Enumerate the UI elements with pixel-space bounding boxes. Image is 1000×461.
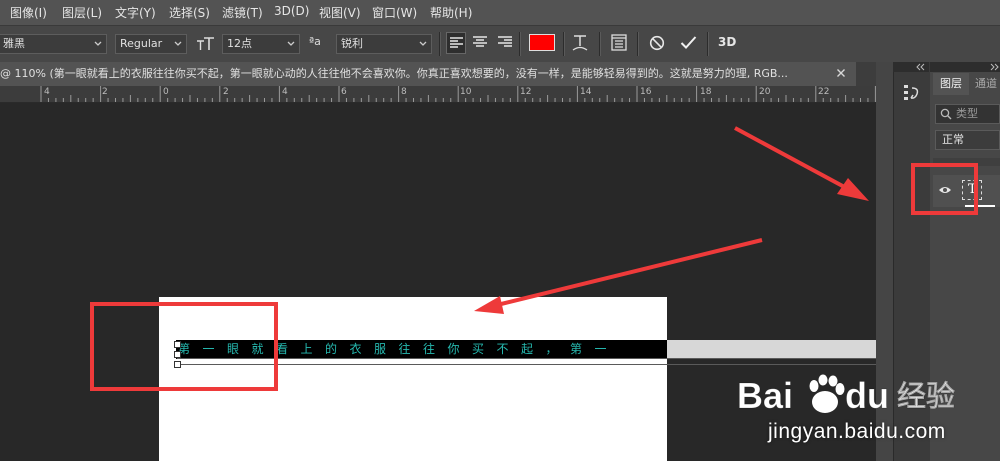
annotation-arrow: [734, 126, 869, 201]
logo-bai: Bai: [737, 375, 793, 416]
paw-icon: [809, 374, 845, 413]
logo-du: du: [845, 375, 889, 416]
baidu-jingyan-logo: Bai du 经验: [737, 374, 955, 416]
annotation-arrow: [474, 238, 763, 314]
logo-jingyan: 经验: [897, 379, 955, 413]
watermark-url: jingyan.baidu.com: [768, 420, 946, 443]
